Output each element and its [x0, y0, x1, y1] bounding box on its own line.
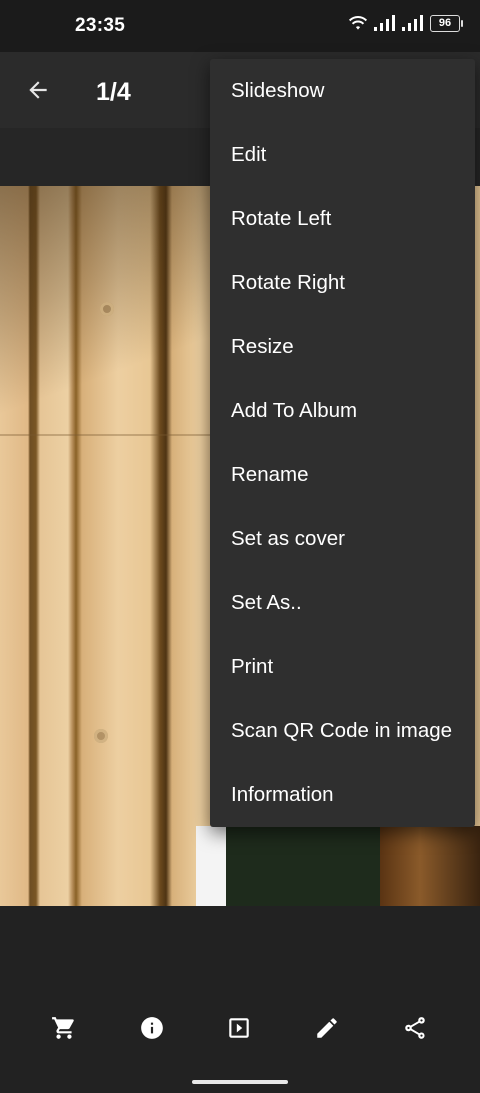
info-icon: [141, 1017, 163, 1039]
cart-button[interactable]: [48, 1012, 80, 1044]
menu-item-slideshow[interactable]: Slideshow: [210, 59, 475, 123]
wifi-icon: [348, 16, 368, 30]
menu-item-rotate-right[interactable]: Rotate Right: [210, 251, 475, 315]
battery-indicator: 96: [430, 14, 463, 32]
back-button[interactable]: [18, 70, 58, 110]
status-time: 23:35: [75, 15, 126, 36]
menu-item-set-as[interactable]: Set As..: [210, 571, 475, 635]
slideshow-icon: [229, 1018, 249, 1038]
status-icons: 96: [348, 14, 463, 32]
slideshow-button[interactable]: [223, 1012, 255, 1044]
menu-item-rename[interactable]: Rename: [210, 443, 475, 507]
signal-icon: [374, 15, 395, 31]
cart-icon: [52, 1017, 74, 1039]
menu-item-information[interactable]: Information: [210, 763, 475, 827]
image-counter: 1/4: [96, 78, 131, 106]
edit-pencil-icon: [317, 1018, 337, 1038]
menu-item-set-as-cover[interactable]: Set as cover: [210, 507, 475, 571]
arrow-back-icon: [29, 81, 47, 99]
menu-item-resize[interactable]: Resize: [210, 315, 475, 379]
menu-item-rotate-left[interactable]: Rotate Left: [210, 187, 475, 251]
menu-item-print[interactable]: Print: [210, 635, 475, 699]
menu-item-scan-qr[interactable]: Scan QR Code in image: [210, 699, 475, 763]
menu-item-add-to-album[interactable]: Add To Album: [210, 379, 475, 443]
overflow-menu: Slideshow Edit Rotate Left Rotate Right …: [210, 59, 475, 827]
info-button[interactable]: [136, 1012, 168, 1044]
share-icon: [405, 1017, 425, 1039]
signal-icon-2: [402, 15, 423, 31]
bottom-toolbar: [0, 1008, 480, 1048]
edit-button[interactable]: [311, 1012, 343, 1044]
menu-item-edit[interactable]: Edit: [210, 123, 475, 187]
bottom-area: [0, 906, 480, 1093]
share-button[interactable]: [399, 1012, 431, 1044]
status-bar: 23:35 96: [0, 0, 480, 52]
home-indicator[interactable]: [192, 1080, 288, 1084]
